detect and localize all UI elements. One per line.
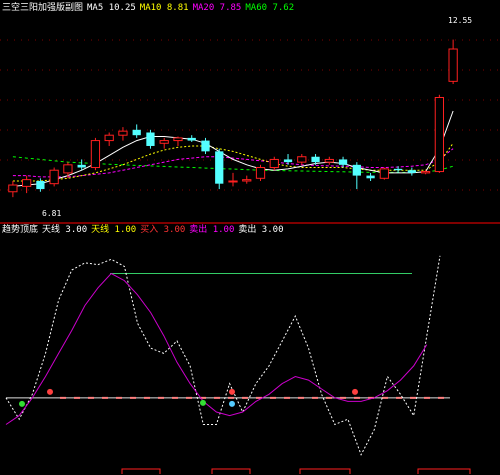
candle-body-down (283, 159, 293, 163)
candle-body-down (36, 180, 45, 190)
candle-body-down (311, 156, 320, 163)
candle-body-up (242, 179, 252, 182)
high-price-label: 12.55 (448, 16, 473, 25)
candle-body-up (434, 96, 444, 173)
candle-body-down (132, 129, 141, 136)
candle-body-up (104, 134, 114, 142)
ma5-value: MA5 10.25 (87, 3, 136, 13)
candle-body-up (269, 158, 279, 169)
candle-body-up (22, 179, 32, 187)
candle-body-down (77, 164, 86, 168)
oscillator-chart[interactable] (0, 224, 500, 475)
indicator-header: 趋势顶底 天线 3.00 天线 1.00 买入 3.00 卖出 1.00 卖出 … (2, 225, 283, 236)
indicator-value-2: 天线 1.00 (91, 225, 137, 235)
candle-body-up (379, 168, 389, 179)
sell-signal-marker (352, 388, 358, 395)
candle-body-down (201, 140, 210, 152)
bottom-bracket (211, 468, 251, 474)
candle-body-down (366, 175, 375, 179)
indicator-title: 三空三阳加强版副图 (2, 3, 84, 13)
bottom-bracket (417, 468, 471, 474)
ma20-value: MA20 7.85 (192, 3, 242, 13)
indicator-value-3: 买入 3.00 (140, 225, 186, 235)
sell-signal-marker (47, 388, 53, 395)
sell-signal-marker (229, 388, 235, 395)
candle-body-up (159, 140, 169, 144)
low-price-label: 6.81 (42, 209, 62, 218)
buy-signal-marker (229, 400, 235, 407)
candle-body-up (228, 180, 238, 183)
ma60-value: MA60 7.62 (245, 3, 295, 13)
candle-body-down (393, 168, 403, 171)
candle-body-down (146, 132, 155, 146)
candle-body-up (324, 158, 334, 163)
candle-body-down (187, 137, 196, 141)
buy-signal-marker (200, 399, 206, 406)
price-chart-panel[interactable]: 三空三阳加强版副图 MA5 10.25 MA10 8.81 MA20 7.85 … (0, 0, 500, 222)
indicator-name: 趋势顶底 (2, 225, 39, 235)
indicator-value-5: 卖出 3.00 (238, 225, 284, 235)
indicator-value-4: 卖出 1.00 (189, 225, 235, 235)
candle-body-down (338, 159, 348, 165)
ma10-value: MA10 8.81 (139, 3, 189, 13)
candle-body-down (215, 151, 224, 184)
bottom-bracket (121, 468, 161, 474)
candle-body-up (49, 169, 59, 185)
candle-body-up (63, 164, 73, 174)
indicator-panel[interactable]: 趋势顶底 天线 3.00 天线 1.00 买入 3.00 卖出 1.00 卖出 … (0, 224, 500, 475)
candle-body-down (352, 164, 361, 176)
candle-body-up (173, 137, 183, 142)
bottom-bracket (299, 468, 351, 474)
candle-body-up (118, 130, 128, 136)
candle-body-up (297, 156, 307, 163)
candlestick-chart[interactable] (0, 0, 500, 222)
indicator-value-1: 天线 3.00 (42, 225, 88, 235)
buy-signal-marker (19, 400, 25, 407)
candle-body-down (407, 170, 416, 173)
fast-line (5, 255, 441, 456)
candle-body-up (448, 48, 458, 82)
candle-body-up (255, 167, 266, 179)
candle-body-up (420, 171, 431, 174)
candle-body-up (90, 140, 101, 169)
price-chart-header: 三空三阳加强版副图 MA5 10.25 MA10 8.81 MA20 7.85 … (2, 3, 294, 14)
candle-body-up (8, 184, 18, 193)
slow-line (5, 272, 428, 425)
